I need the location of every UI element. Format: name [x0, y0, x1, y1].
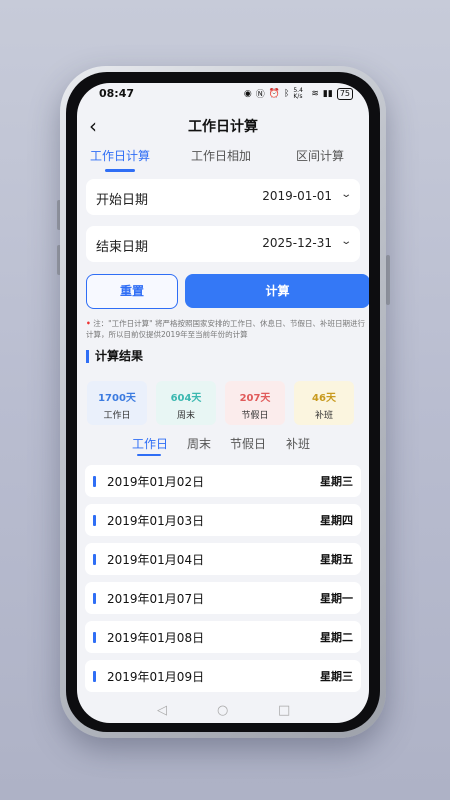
stat-value: 207天	[239, 393, 271, 404]
list-item-date: 2019年01月07日	[107, 592, 205, 606]
list-item[interactable]: 2019年01月04日 星期五	[85, 543, 361, 575]
stat-makeup-workday[interactable]: 46天 补班	[294, 381, 354, 425]
list-item[interactable]: 2019年01月09日 星期三	[85, 660, 361, 692]
phone-bezel: 08:47 ◉ Ⓝ ⏰ ᛒ 5.4 K/s ≋ ▮▮ 75 ‹ 工作日计算 工作…	[66, 72, 380, 732]
list-item-date: 2019年01月02日	[107, 475, 205, 489]
system-nav-bar: ◁ ○ □	[77, 703, 369, 723]
stat-weekend[interactable]: 604天 周末	[156, 381, 216, 425]
list-item-marker	[93, 632, 96, 643]
list-item-weekday: 星期三	[320, 670, 353, 683]
nfc-icon: Ⓝ	[255, 90, 265, 100]
page-title: 工作日计算	[188, 119, 258, 135]
status-icons: ◉ Ⓝ ⏰ ᛒ 5.4 K/s ≋ ▮▮ 75	[244, 87, 353, 100]
start-date-label: 开始日期	[96, 193, 149, 208]
list-item-marker	[93, 476, 96, 487]
main-tabs: 工作日计算 工作日相加 区间计算	[77, 147, 369, 172]
start-date-row[interactable]: 开始日期 2019-01-01 ⌄	[86, 179, 360, 215]
list-item-date: 2019年01月04日	[107, 553, 205, 567]
phone-frame: 08:47 ◉ Ⓝ ⏰ ᛒ 5.4 K/s ≋ ▮▮ 75 ‹ 工作日计算 工作…	[60, 66, 386, 738]
alarm-icon: ⏰	[268, 88, 280, 99]
note-text: • 注："工作日计算" 将严格按照国家安排的工作日、休息日、节假日、补班日期进行…	[86, 318, 366, 340]
stat-value: 604天	[170, 393, 202, 404]
end-date-value: 2025-12-31	[262, 236, 332, 250]
signal-icon: ▮▮	[322, 88, 333, 99]
nav-home-icon[interactable]: ○	[217, 703, 228, 718]
phone-side-button	[386, 255, 390, 305]
stat-workday[interactable]: 1700天 工作日	[87, 381, 147, 425]
result-subtabs: 工作日 周末 节假日 补班	[77, 435, 369, 457]
end-date-row[interactable]: 结束日期 2025-12-31 ⌄	[86, 226, 360, 262]
nav-back-icon[interactable]: ◁	[157, 703, 167, 718]
status-time: 08:47	[99, 87, 135, 100]
stat-value: 1700天	[98, 393, 136, 404]
stat-holiday[interactable]: 207天 节假日	[225, 381, 285, 425]
calculate-button[interactable]: 计算	[185, 274, 369, 308]
subtab-holiday[interactable]: 节假日	[230, 435, 266, 452]
list-item-weekday: 星期四	[320, 514, 353, 527]
list-item-weekday: 星期二	[320, 631, 353, 644]
list-item[interactable]: 2019年01月03日 星期四	[85, 504, 361, 536]
note-body: 注："工作日计算" 将严格按照国家安排的工作日、休息日、节假日、补班日期进行计算…	[86, 319, 365, 339]
list-item-marker	[93, 515, 96, 526]
wifi-icon: ≋	[311, 88, 319, 99]
start-date-value: 2019-01-01	[262, 189, 332, 203]
stat-label: 节假日	[241, 411, 269, 421]
top-bar: ‹ 工作日计算	[77, 113, 369, 141]
list-item-weekday: 星期五	[320, 553, 353, 566]
tab-range-calc[interactable]: 区间计算	[296, 147, 344, 164]
list-item-date: 2019年01月09日	[107, 670, 205, 684]
list-item-marker	[93, 593, 96, 604]
result-section-title: 计算结果	[86, 350, 143, 363]
eye-icon: ◉	[243, 88, 252, 99]
stat-label: 补班	[314, 411, 333, 421]
subtab-makeup[interactable]: 补班	[286, 435, 310, 452]
subtab-weekend[interactable]: 周末	[187, 435, 211, 452]
list-item-weekday: 星期一	[320, 592, 353, 605]
reset-button[interactable]: 重置	[86, 274, 178, 309]
list-item-marker	[93, 671, 96, 682]
list-item-weekday: 星期三	[320, 475, 353, 488]
subtab-workday[interactable]: 工作日	[132, 435, 168, 452]
subtab-underline	[137, 454, 161, 456]
app-screen: 08:47 ◉ Ⓝ ⏰ ᛒ 5.4 K/s ≋ ▮▮ 75 ‹ 工作日计算 工作…	[77, 83, 369, 723]
list-item-marker	[93, 554, 96, 565]
status-bar: 08:47 ◉ Ⓝ ⏰ ᛒ 5.4 K/s ≋ ▮▮ 75	[77, 83, 369, 107]
tab-workday-add[interactable]: 工作日相加	[191, 147, 251, 164]
stat-label: 工作日	[103, 411, 131, 421]
list-item[interactable]: 2019年01月07日 星期一	[85, 582, 361, 614]
tab-underline	[105, 169, 135, 172]
chevron-down-icon: ⌄	[339, 236, 352, 247]
stat-value: 46天	[312, 393, 336, 404]
list-item-date: 2019年01月03日	[107, 514, 205, 528]
end-date-label: 结束日期	[96, 240, 149, 255]
battery-indicator: 75	[336, 87, 353, 100]
net-speed: 5.4 K/s	[293, 86, 303, 100]
chevron-down-icon: ⌄	[339, 189, 352, 200]
list-item[interactable]: 2019年01月08日 星期二	[85, 621, 361, 653]
list-item[interactable]: 2019年01月02日 星期三	[85, 465, 361, 497]
bluetooth-icon: ᛒ	[283, 88, 290, 99]
stat-label: 周末	[176, 411, 195, 421]
nav-recents-icon[interactable]: □	[278, 703, 290, 718]
tab-workday-calc[interactable]: 工作日计算	[90, 147, 150, 164]
note-bullet: •	[86, 319, 91, 328]
list-item-date: 2019年01月08日	[107, 631, 205, 645]
